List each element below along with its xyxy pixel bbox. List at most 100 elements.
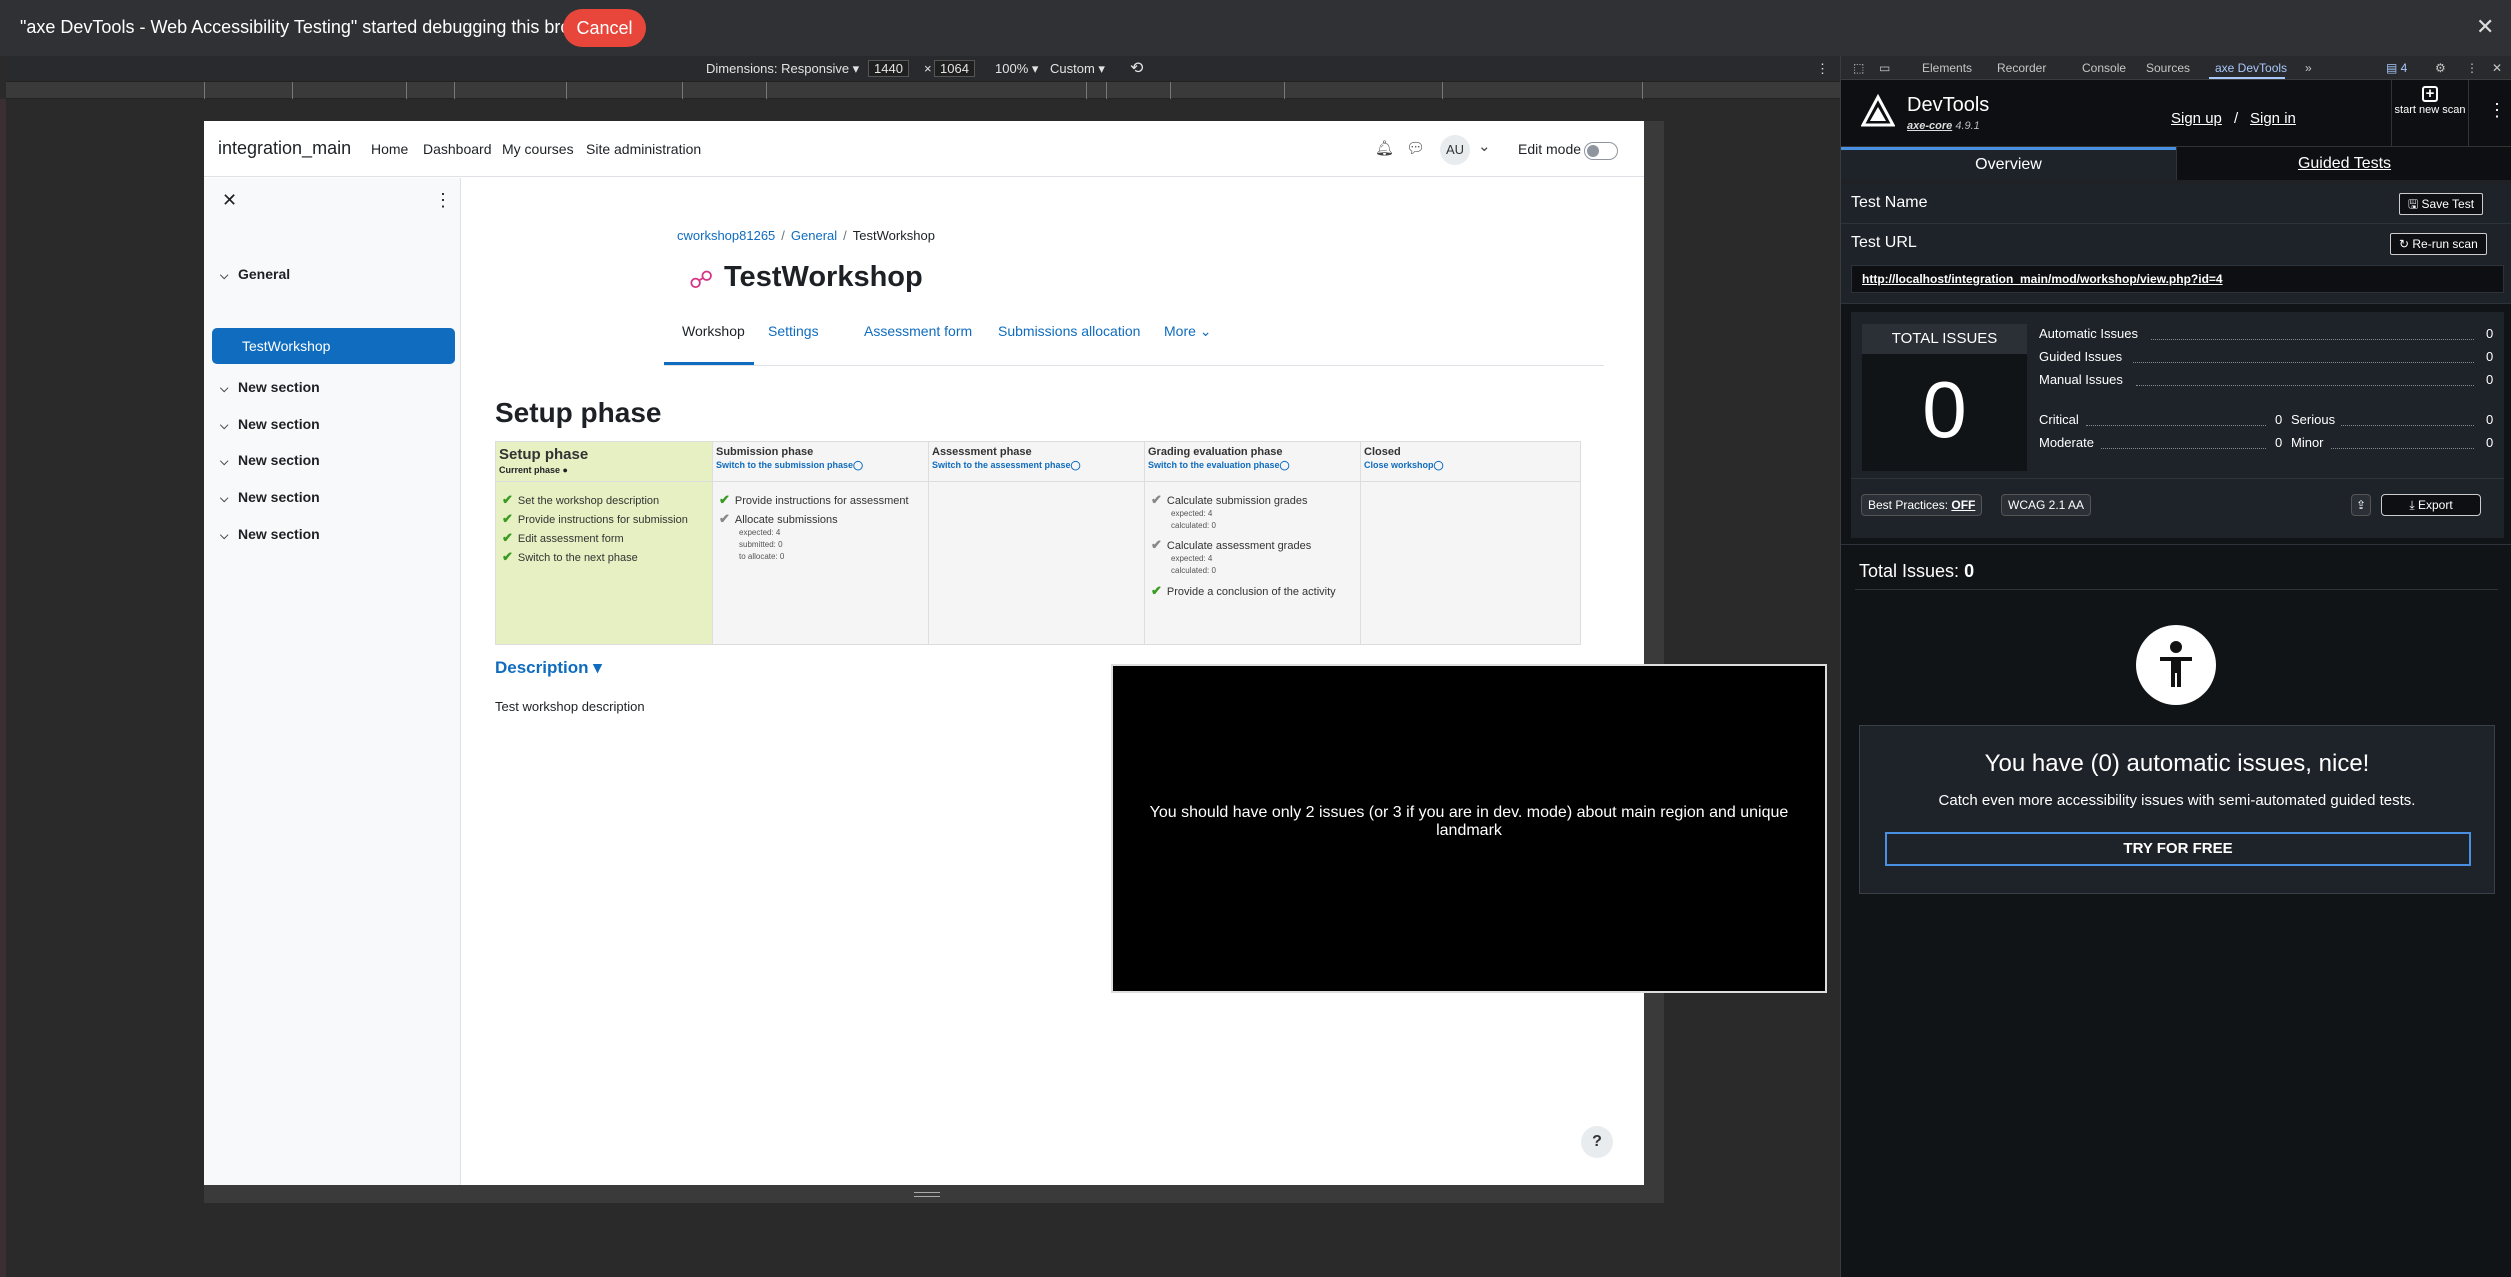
test-url-link[interactable]: http://localhost/integration_main/mod/wo… xyxy=(1851,265,2504,293)
site-brand[interactable]: integration_main xyxy=(218,138,351,159)
resize-handle-bottom[interactable] xyxy=(204,1185,1644,1203)
save-test-button[interactable]: 🖫 Save Test xyxy=(2399,193,2484,215)
drawer-section-new[interactable]: ⌵ New section xyxy=(220,452,320,469)
issues-summary: TOTAL ISSUES 0 Automatic Issues 0 Guided… xyxy=(1841,304,2511,544)
axe-product-title: DevTools xyxy=(1907,94,1990,116)
more-tabs-icon[interactable]: » xyxy=(2305,61,2312,75)
switch-phase-link[interactable]: Switch to the assessment phase◯ xyxy=(932,460,1141,471)
check-icon: ✔ xyxy=(502,530,513,545)
nav-dashboard[interactable]: Dashboard xyxy=(423,141,492,157)
guided-issues-label: Guided Issues xyxy=(2039,349,2123,364)
course-index-drawer: ✕ ⋮ ⌵ General TestWorkshop ⌵ New section ⌵… xyxy=(204,178,461,1185)
media-query-ruler xyxy=(6,81,1840,99)
try-for-free-button[interactable]: TRY FOR FREE xyxy=(1885,832,2471,866)
minor-count: 0 xyxy=(2486,435,2494,450)
tab-overview[interactable]: Overview xyxy=(1841,147,2176,180)
sign-up-link[interactable]: Sign up xyxy=(2171,110,2222,127)
task-item[interactable]: ✔ Provide instructions for submission xyxy=(502,511,688,527)
gear-icon[interactable]: ⚙ xyxy=(2435,61,2446,75)
chevron-down-icon[interactable]: ⌄ xyxy=(1478,137,1491,155)
device-toggle-icon[interactable]: ▭ xyxy=(1879,61,1890,75)
wcag-level-selector[interactable]: WCAG 2.1 AA xyxy=(2001,494,2092,516)
tab-guided-tests[interactable]: Guided Tests xyxy=(2176,147,2511,180)
drawer-section-new[interactable]: ⌵ New section xyxy=(220,379,320,396)
tab-workshop[interactable]: Workshop xyxy=(682,323,745,339)
switch-phase-link[interactable]: Switch to the evaluation phase◯ xyxy=(1148,460,1357,471)
viewport-width-input[interactable]: 1440 xyxy=(868,60,909,77)
switch-phase-link[interactable]: Close workshop◯ xyxy=(1364,460,1577,471)
tab-assessment-form[interactable]: Assessment form xyxy=(864,323,972,339)
zoom-dropdown[interactable]: 100% ▾ xyxy=(995,61,1038,77)
nav-site-administration[interactable]: Site administration xyxy=(586,141,701,157)
drawer-section-new[interactable]: ⌵ New section xyxy=(220,489,320,506)
cancel-debugging-button[interactable]: Cancel xyxy=(563,9,646,47)
closed-phase-column: Closed Close workshop◯ xyxy=(1361,442,1580,644)
current-phase-label: Current phase ● xyxy=(499,465,568,475)
task-item[interactable]: ✔ Set the workshop description xyxy=(502,492,659,508)
export-button[interactable]: ⤓ Export xyxy=(2381,494,2481,516)
serious-count: 0 xyxy=(2486,412,2494,427)
close-drawer-icon[interactable]: ✕ xyxy=(222,190,237,211)
check-icon: ✔ xyxy=(502,511,513,526)
drawer-menu-icon[interactable]: ⋮ xyxy=(434,190,452,211)
task-item[interactable]: ✔ Provide a conclusion of the activity xyxy=(1151,583,1336,599)
breadcrumb-section[interactable]: General xyxy=(791,228,837,243)
inspect-icon[interactable]: ⬚ xyxy=(1853,61,1864,75)
results-panel: Total Issues: 0 You have (0) automatic i… xyxy=(1841,544,2511,1277)
manual-issues-label: Manual Issues xyxy=(2039,372,2123,387)
description-toggle[interactable]: Description ▾ xyxy=(495,658,602,678)
viewport-height-input[interactable]: 1064 xyxy=(934,60,975,77)
plus-icon: + xyxy=(2422,86,2438,102)
rotate-icon[interactable]: ⟲ xyxy=(1130,58,1143,78)
help-button[interactable]: ? xyxy=(1581,1126,1613,1158)
bell-icon[interactable]: 🔔︎ xyxy=(1375,139,1394,157)
drawer-section-new[interactable]: ⌵ New section xyxy=(220,526,320,543)
tab-console[interactable]: Console xyxy=(2082,61,2126,75)
drawer-section-general[interactable]: ⌵ General xyxy=(220,266,290,283)
task-item[interactable]: ✔ Switch to the next phase xyxy=(502,549,638,565)
edit-mode-toggle[interactable] xyxy=(1584,142,1618,160)
dimensions-dropdown[interactable]: Dimensions: Responsive ▾ xyxy=(706,61,859,77)
close-icon[interactable]: ✕ xyxy=(2492,61,2502,75)
throttle-dropdown[interactable]: Custom ▾ xyxy=(1050,61,1105,77)
task-item[interactable]: ✔ Provide instructions for assessment xyxy=(719,492,909,508)
device-toolbar: Dimensions: Responsive ▾ 1440 × 1064 100… xyxy=(6,56,1840,81)
sign-in-link[interactable]: Sign in xyxy=(2250,110,2296,127)
task-item[interactable]: ✔ Calculate assessment grades xyxy=(1151,537,1311,553)
devtools-menu-icon[interactable]: ⋮ xyxy=(2466,61,2478,75)
rerun-scan-button[interactable]: ↻ Re-run scan xyxy=(2390,233,2487,255)
description-text: Test workshop description xyxy=(495,699,645,714)
toolbar-more-icon[interactable]: ⋮ xyxy=(1816,61,1829,77)
best-practices-toggle[interactable]: Best Practices: OFF xyxy=(1861,494,1983,516)
start-new-scan-button[interactable]: + start new scan xyxy=(2391,80,2469,147)
share-icon[interactable]: ⇪ xyxy=(2351,494,2372,516)
secondary-navigation: Workshop Settings Assessment form Submis… xyxy=(664,304,1604,366)
total-issues-box: TOTAL ISSUES 0 xyxy=(1862,324,2027,471)
close-infobar-icon[interactable]: ✕ xyxy=(2476,14,2494,40)
nav-my-courses[interactable]: My courses xyxy=(502,141,574,157)
resize-handle-right[interactable] xyxy=(1644,121,1664,1203)
issues-badge[interactable]: ▤ 4 xyxy=(2386,61,2407,75)
tab-settings[interactable]: Settings xyxy=(768,323,819,339)
tab-submissions-allocation[interactable]: Submissions allocation xyxy=(998,323,1140,339)
tab-more[interactable]: More ⌄ xyxy=(1164,323,1212,340)
user-avatar[interactable]: AU xyxy=(1440,135,1470,165)
drawer-section-new[interactable]: ⌵ New section xyxy=(220,416,320,433)
task-item[interactable]: ✔ Edit assessment form xyxy=(502,530,624,546)
switch-phase-link[interactable]: Switch to the submission phase◯ xyxy=(716,460,925,471)
task-item[interactable]: ✔ Allocate submissions xyxy=(719,511,838,527)
tab-recorder[interactable]: Recorder xyxy=(1997,61,2046,75)
tab-sources[interactable]: Sources xyxy=(2146,61,2190,75)
breadcrumb-course[interactable]: cworkshop81265 xyxy=(677,228,775,243)
tab-axe-devtools[interactable]: axe DevTools xyxy=(2215,61,2287,75)
axe-menu-icon[interactable]: ⋮ xyxy=(2488,100,2506,121)
drawer-item-testworkshop[interactable]: TestWorkshop xyxy=(212,328,455,364)
axe-logo-icon xyxy=(1861,94,1895,127)
tab-elements[interactable]: Elements xyxy=(1922,61,1972,75)
test-name-label: Test Name xyxy=(1851,194,1928,211)
chat-icon[interactable]: 💬︎ xyxy=(1406,139,1425,157)
task-item[interactable]: ✔ Calculate submission grades xyxy=(1151,492,1308,508)
no-issues-card: You have (0) automatic issues, nice! Cat… xyxy=(1859,725,2495,894)
nav-home[interactable]: Home xyxy=(371,141,408,157)
test-instruction-overlay: You should have only 2 issues (or 3 if y… xyxy=(1111,664,1827,993)
